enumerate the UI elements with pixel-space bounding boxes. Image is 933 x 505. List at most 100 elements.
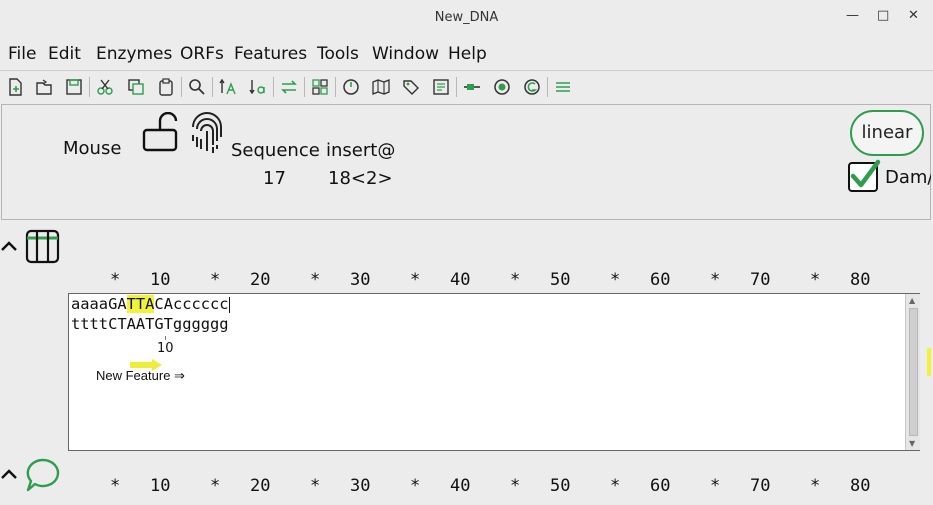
map-icon[interactable]: [371, 77, 391, 97]
menu-edit[interactable]: Edit: [48, 44, 81, 64]
ruler-tick: 70: [750, 476, 771, 496]
circular-map-icon[interactable]: [341, 77, 361, 97]
menu-lines-icon[interactable]: [553, 77, 573, 97]
toolbar-separator: [181, 77, 182, 97]
toolbar-separator: [304, 77, 305, 97]
ruler-tick: *: [110, 476, 121, 496]
menu-file[interactable]: File: [8, 44, 36, 64]
top-strand-before: aaaaGA: [71, 295, 127, 313]
ruler-tick: *: [810, 476, 821, 496]
linear-map-icon[interactable]: [462, 77, 482, 97]
scroll-up-icon[interactable]: ▲: [909, 296, 915, 305]
position-label: 10: [157, 341, 174, 356]
scroll-down-icon[interactable]: ▼: [909, 439, 915, 448]
toolbar-separator: [212, 77, 213, 97]
dam-label: Dam/: [885, 167, 931, 188]
paste-icon[interactable]: [156, 77, 176, 97]
sequence-editor[interactable]: aaaaGATTACAcccccc ttttCTAATGTgggggg 10 N…: [68, 293, 920, 451]
ruler-tick: *: [210, 476, 221, 496]
ruler-tick: 30: [350, 476, 371, 496]
title-bar: New_DNA — □ ✕: [0, 0, 933, 38]
ruler-top: * 10 * 20 * 30 * 40 * 50 * 60 * 70 * 80: [0, 270, 933, 292]
window-title: New_DNA: [434, 10, 499, 25]
ruler-tick: *: [610, 270, 621, 290]
document-view-icon[interactable]: [431, 77, 451, 97]
sequence-label: Sequence: [231, 140, 320, 161]
insert-label: insert@: [326, 140, 396, 161]
unlock-icon[interactable]: [140, 112, 178, 154]
tag-icon[interactable]: [401, 77, 421, 97]
top-strand[interactable]: aaaaGATTACAcccccc: [71, 295, 230, 313]
ruler-tick: 80: [850, 476, 871, 496]
position-tick: [165, 336, 166, 340]
enzyme-icon[interactable]: [492, 77, 512, 97]
grid-view-icon[interactable]: [310, 77, 330, 97]
ruler-tick: *: [510, 270, 521, 290]
ruler-tick: *: [410, 476, 421, 496]
menu-orfs[interactable]: ORFs: [180, 44, 224, 64]
ruler-tick: 20: [250, 476, 271, 496]
table-view-icon[interactable]: [25, 229, 60, 264]
close-button[interactable]: ✕: [908, 8, 919, 23]
ruler-tick: *: [810, 270, 821, 290]
ruler-tick: 10: [150, 270, 171, 290]
menu-tools[interactable]: Tools: [317, 44, 359, 64]
text-cursor: [228, 296, 230, 313]
new-file-icon[interactable]: [5, 77, 25, 97]
top-strand-highlight: TTA: [126, 295, 155, 313]
dam-checkbox[interactable]: [848, 159, 881, 192]
ruler-tick: 50: [550, 270, 571, 290]
save-icon[interactable]: [64, 77, 84, 97]
menu-enzymes[interactable]: Enzymes: [96, 44, 172, 64]
menu-window[interactable]: Window: [372, 44, 439, 64]
cut-icon[interactable]: [95, 77, 115, 97]
ruler-tick: 20: [250, 270, 271, 290]
ruler-tick: 40: [450, 476, 471, 496]
ruler-tick: *: [610, 476, 621, 496]
insert-value: 18<2>: [328, 168, 393, 189]
upper-case-icon[interactable]: [218, 77, 238, 97]
toolbar-separator: [456, 77, 457, 97]
ruler-tick: 50: [550, 476, 571, 496]
checkmark-icon: [850, 159, 881, 188]
menu-features[interactable]: Features: [234, 44, 307, 64]
ruler-tick: 40: [450, 270, 471, 290]
ruler-bottom: * 10 * 20 * 30 * 40 * 50 * 60 * 70 * 80: [0, 476, 933, 498]
linear-toggle-button[interactable]: linear: [850, 110, 924, 156]
copy-icon[interactable]: [126, 77, 146, 97]
feature-overview-marker: [927, 348, 931, 376]
ruler-tick: *: [110, 270, 121, 290]
ruler-tick: *: [310, 476, 321, 496]
ruler-tick: 10: [150, 476, 171, 496]
minimize-button[interactable]: —: [846, 8, 859, 23]
feature-label[interactable]: New Feature ⇒: [96, 368, 185, 384]
top-strand-after: CAcccccc: [154, 295, 229, 313]
reverse-complement-icon[interactable]: [279, 77, 299, 97]
vertical-scrollbar[interactable]: ▲ ▼: [905, 294, 920, 450]
ruler-tick: 60: [650, 476, 671, 496]
ruler-tick: *: [710, 476, 721, 496]
lower-case-icon[interactable]: [248, 77, 268, 97]
collapse-caret-icon[interactable]: [0, 238, 18, 254]
mouse-label: Mouse: [63, 138, 122, 159]
fingerprint-icon[interactable]: [188, 109, 226, 157]
bottom-strand[interactable]: ttttCTAATGTgggggg: [71, 315, 229, 333]
scroll-thumb[interactable]: [909, 308, 918, 436]
ruler-tick: 60: [650, 270, 671, 290]
ruler-tick: 80: [850, 270, 871, 290]
menu-bar: File Edit Enzymes ORFs Features Tools Wi…: [0, 40, 933, 68]
ruler-tick: *: [710, 270, 721, 290]
ruler-tick: *: [510, 476, 521, 496]
menu-help[interactable]: Help: [448, 44, 487, 64]
toolbar-separator: [89, 77, 90, 97]
ruler-tick: *: [210, 270, 221, 290]
ruler-tick: 70: [750, 270, 771, 290]
toolbar: [0, 70, 933, 103]
gc-icon[interactable]: [522, 77, 542, 97]
open-file-icon[interactable]: [34, 77, 54, 97]
ruler-tick: *: [310, 270, 321, 290]
toolbar-separator: [273, 77, 274, 97]
maximize-button[interactable]: □: [877, 8, 889, 23]
search-icon[interactable]: [187, 77, 207, 97]
ruler-tick: 30: [350, 270, 371, 290]
